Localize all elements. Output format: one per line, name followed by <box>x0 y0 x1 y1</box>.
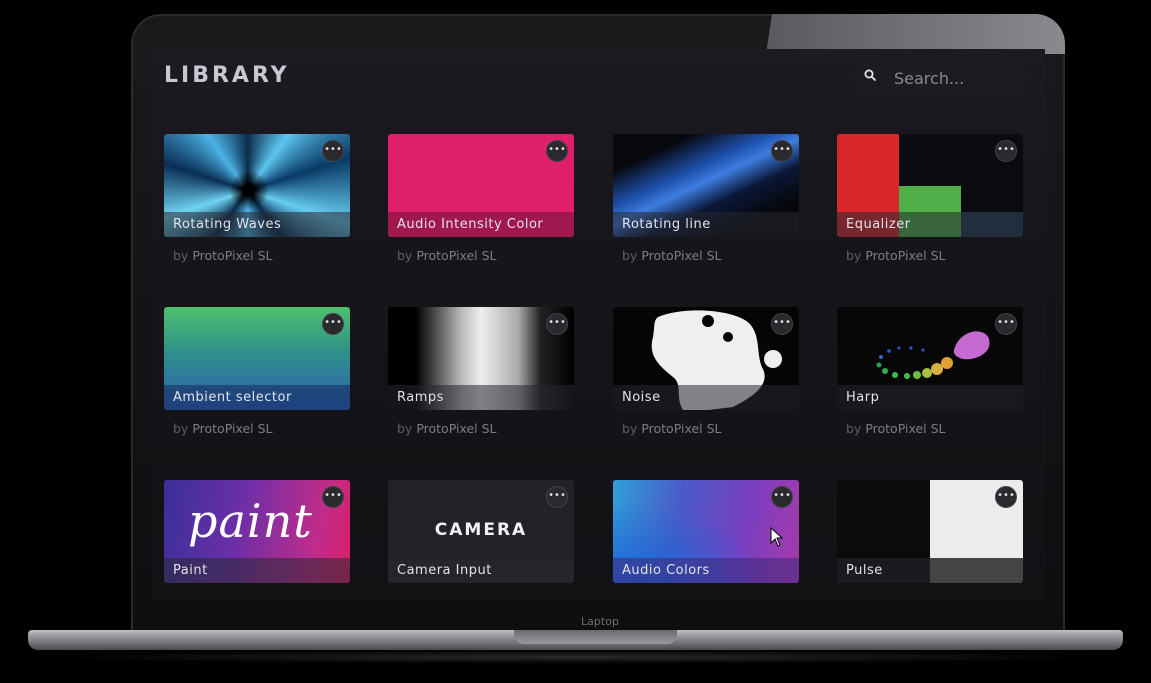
page-title: LIBRARY <box>164 63 290 88</box>
card-pulse[interactable]: ••• Pulse <box>837 480 1023 583</box>
card-byline: by ProtoPixel SL <box>397 248 497 263</box>
card-title: Camera Input <box>388 558 574 583</box>
card-title: Ambient selector <box>164 385 350 410</box>
card-title: Audio Intensity Color <box>388 212 574 237</box>
camera-text: CAMERA <box>434 520 528 540</box>
card-byline: by ProtoPixel SL <box>846 248 946 263</box>
more-options-button[interactable]: ••• <box>546 140 568 162</box>
card-byline: by ProtoPixel SL <box>622 421 722 436</box>
pulse-grey-block <box>930 558 1023 583</box>
more-options-button[interactable]: ••• <box>322 313 344 335</box>
laptop-shadow <box>40 650 1111 664</box>
card-byline: by ProtoPixel SL <box>173 248 273 263</box>
card-title: Paint <box>164 558 350 583</box>
card-camera-input[interactable]: CAMERA ••• Camera Input <box>388 480 574 583</box>
card-title: Noise <box>613 385 799 410</box>
more-options-button[interactable]: ••• <box>995 140 1017 162</box>
mouse-cursor-icon <box>770 527 784 547</box>
search-icon <box>864 69 876 81</box>
device-label: Laptop <box>581 615 619 628</box>
card-noise[interactable]: ••• Noise <box>613 307 799 410</box>
paint-script-text: paint <box>188 494 313 548</box>
card-title: Audio Colors <box>613 558 799 583</box>
card-byline: by ProtoPixel SL <box>846 421 946 436</box>
more-options-button[interactable]: ••• <box>995 313 1017 335</box>
lid-glare <box>766 14 1065 54</box>
card-rotating-waves[interactable]: ••• Rotating Waves <box>164 134 350 237</box>
more-options-button[interactable]: ••• <box>546 313 568 335</box>
more-options-button[interactable]: ••• <box>771 140 793 162</box>
card-title: Equalizer <box>837 212 1023 237</box>
more-options-button[interactable]: ••• <box>771 486 793 508</box>
card-harp[interactable]: ••• Harp <box>837 307 1023 410</box>
search-box[interactable] <box>850 55 1030 99</box>
card-title: Ramps <box>388 385 574 410</box>
card-title: Rotating Waves <box>164 212 350 237</box>
card-title: Pulse <box>837 558 930 583</box>
card-title: Harp <box>837 385 1023 410</box>
card-paint[interactable]: paint ••• Paint <box>164 480 350 583</box>
card-audio-intensity-color[interactable]: ••• Audio Intensity Color <box>388 134 574 237</box>
card-audio-colors[interactable]: ••• Audio Colors <box>613 480 799 583</box>
card-title: Rotating line <box>613 212 799 237</box>
card-ramps[interactable]: ••• Ramps <box>388 307 574 410</box>
more-options-button[interactable]: ••• <box>771 313 793 335</box>
card-ambient-selector[interactable]: ••• Ambient selector <box>164 307 350 410</box>
card-rotating-line[interactable]: ••• Rotating line <box>613 134 799 237</box>
more-options-button[interactable]: ••• <box>546 486 568 508</box>
card-byline: by ProtoPixel SL <box>173 421 273 436</box>
more-options-button[interactable]: ••• <box>322 140 344 162</box>
library-screen: LIBRARY ••• Rotating Waves by ProtoPixel… <box>152 49 1045 599</box>
card-byline: by ProtoPixel SL <box>622 248 722 263</box>
laptop-notch <box>514 630 677 644</box>
card-byline: by ProtoPixel SL <box>397 421 497 436</box>
search-input[interactable] <box>892 65 1024 91</box>
more-options-button[interactable]: ••• <box>322 486 344 508</box>
card-equalizer[interactable]: ••• Equalizer <box>837 134 1023 237</box>
more-options-button[interactable]: ••• <box>995 486 1017 508</box>
